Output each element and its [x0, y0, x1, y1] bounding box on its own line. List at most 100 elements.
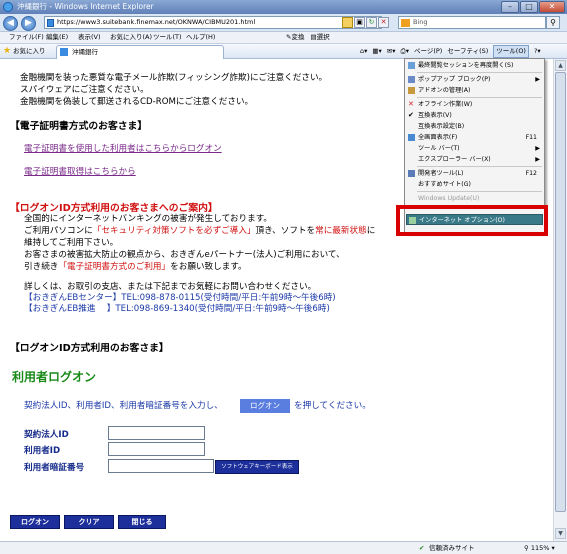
- addons-icon: [408, 87, 415, 94]
- menu-edit[interactable]: 編集(E): [46, 32, 68, 43]
- warning-phishing: 金融機関を装った悪質な電子メール詐欺(フィッシング詐欺)にご注意ください。: [20, 73, 328, 83]
- notice-line-2: ご利用パソコンに「セキュリティ対策ソフトを必ずご導入」頂き、ソフトを常に最新状態…: [24, 225, 375, 237]
- maximize-button[interactable]: □: [520, 1, 538, 13]
- software-keyboard-button[interactable]: ソフトウェアキーボード表示: [215, 460, 299, 474]
- highlight-annotation-box: [396, 205, 548, 236]
- menu-compat-settings[interactable]: 互換表示設定(B): [406, 121, 543, 132]
- tab-title: 沖縄銀行: [72, 48, 98, 56]
- check-icon: ✔: [408, 111, 414, 119]
- menu-reopen-session[interactable]: 最終閲覧セッションを再度開く(S): [406, 60, 543, 71]
- notice-emphasis: 常に最新状態: [315, 226, 367, 236]
- favorites-bar: ★ お気に入り 沖縄銀行 ⌂▾ ▦▾ ✉▾ ⎙▾ ページ(P) セーフティ(S)…: [0, 44, 567, 59]
- menu-favorites[interactable]: お気に入り(A): [110, 32, 152, 43]
- translate-label: 変換: [291, 33, 305, 41]
- address-input[interactable]: https://www3.suitebank.finemax.net/OKNWA…: [44, 16, 382, 29]
- tab-page-icon: [60, 48, 68, 56]
- print-icon[interactable]: ⎙▾: [401, 44, 409, 58]
- select-label: 選択: [316, 33, 330, 41]
- menu-popup-blocker[interactable]: ポップアップ ブロック(P) ▶: [406, 74, 543, 85]
- browser-tab[interactable]: 沖縄銀行: [56, 45, 224, 59]
- notice-emphasis: 「電子証明書方式のご利用」: [58, 262, 171, 272]
- offline-icon: ✕: [408, 100, 414, 108]
- cert-login-link[interactable]: 電子証明書を使用した利用者はこちらからログオン: [24, 142, 222, 154]
- notice-heading: 【ログオンID方式利用のお客さまへのご案内】: [10, 203, 218, 214]
- clear-button[interactable]: クリア: [64, 515, 114, 529]
- menu-windows-update[interactable]: Windows Update(U): [406, 193, 543, 204]
- menu-help[interactable]: ヘルプ(H): [186, 32, 215, 43]
- compat-view-icon[interactable]: ▣: [354, 17, 365, 28]
- devtools-icon: [408, 170, 415, 177]
- menu-separator: [417, 191, 542, 192]
- mail-icon[interactable]: ✉▾: [387, 44, 396, 58]
- contact-eb-promotion: 【おきぎんEB推進 】TEL:098-869-1340(受付時間/平日:午前9時…: [24, 304, 330, 314]
- password-label: 利用者暗証番号: [24, 463, 85, 473]
- lock-icon[interactable]: [342, 17, 353, 28]
- close-button[interactable]: 閉じる: [118, 515, 166, 529]
- warning-spyware: スパイウェアにご注意ください。: [20, 85, 149, 95]
- menu-item-label: アドオンの管理(A): [418, 87, 471, 94]
- login-instruction-b: を押してください。: [294, 401, 371, 411]
- login-instruction-a: 契約法人ID、利用者ID、利用者暗証番号を入力し、: [24, 401, 223, 411]
- corp-id-input[interactable]: [108, 426, 205, 440]
- menu-suggested-sites[interactable]: おすすめサイト(G): [406, 179, 543, 190]
- minimize-button[interactable]: –: [501, 1, 519, 13]
- scroll-thumb[interactable]: [555, 72, 566, 512]
- menu-separator: [417, 97, 542, 98]
- scroll-down-icon[interactable]: ▼: [555, 528, 566, 539]
- back-button[interactable]: ◀: [3, 16, 18, 31]
- close-window-button[interactable]: ✕: [539, 1, 565, 13]
- menu-addons[interactable]: アドオンの管理(A): [406, 85, 543, 96]
- bing-icon: [401, 19, 410, 27]
- menu-item-label: エクスプローラー バー(X): [418, 156, 491, 163]
- address-url: https://www3.suitebank.finemax.net/OKNWA…: [57, 18, 256, 26]
- warning-cdrom: 金融機関を偽装して郵送されるCD-ROMにご注意ください。: [20, 97, 254, 107]
- notice-emphasis: 「セキュリティ対策ソフトを必ずご導入」: [92, 226, 256, 236]
- menu-toolbars[interactable]: ツール バー(T) ▶: [406, 143, 543, 154]
- zoom-level[interactable]: ⚲ 115% ▾: [524, 542, 555, 554]
- menu-explorer-bars[interactable]: エクスプローラー バー(X) ▶: [406, 154, 543, 165]
- menu-file[interactable]: ファイル(F): [9, 32, 44, 43]
- tools-menu-button[interactable]: ツール(O): [493, 45, 529, 58]
- translate-button[interactable]: ✎変換: [286, 32, 304, 43]
- vertical-scrollbar[interactable]: ▲ ▼: [553, 59, 567, 541]
- search-placeholder: Bing: [413, 18, 428, 26]
- page-menu[interactable]: ページ(P): [414, 44, 442, 58]
- menu-item-label: ツール バー(T): [418, 145, 460, 152]
- menu-item-label: 開発者ツール(L): [418, 170, 464, 177]
- instruction-logon-button: ログオン: [240, 399, 290, 413]
- stop-icon[interactable]: ✕: [378, 17, 389, 28]
- safety-menu[interactable]: セーフティ(S): [447, 44, 488, 58]
- forward-button[interactable]: ▶: [21, 16, 36, 31]
- select-button[interactable]: ▤選択: [310, 32, 329, 43]
- menu-bar: ファイル(F) 編集(E) 表示(V) お気に入り(A) ツール(T) ヘルプ(…: [0, 32, 567, 44]
- menu-item-label: おすすめサイト(G): [418, 181, 471, 188]
- menu-separator: [417, 166, 542, 167]
- popup-icon: [408, 76, 415, 83]
- search-input[interactable]: Bing: [398, 16, 546, 29]
- favorites-button[interactable]: お気に入り: [13, 44, 46, 58]
- menu-developer-tools[interactable]: 開発者ツール(L) F12: [406, 168, 543, 179]
- user-login-title: 利用者ログオン: [12, 370, 97, 384]
- menu-tools[interactable]: ツール(T): [153, 32, 182, 43]
- fullscreen-icon: [408, 134, 415, 141]
- menu-compat-view[interactable]: ✔ 互換表示(V): [406, 110, 543, 121]
- home-icon[interactable]: ⌂▾: [360, 44, 367, 58]
- security-zone[interactable]: ✔ 信頼済みサイト: [418, 542, 475, 554]
- menu-item-label: Windows Update(U): [418, 195, 480, 202]
- logon-button[interactable]: ログオン: [10, 515, 60, 529]
- help-icon[interactable]: ?▾: [534, 44, 541, 58]
- menu-fullscreen[interactable]: 全画面表示(F) F11: [406, 132, 543, 143]
- search-button[interactable]: ⚲: [546, 16, 560, 29]
- submenu-arrow-icon: ▶: [535, 145, 540, 152]
- feeds-icon[interactable]: ▦▾: [372, 44, 381, 58]
- user-id-input[interactable]: [108, 442, 205, 456]
- notice-text: に: [366, 226, 376, 236]
- cert-get-link[interactable]: 電子証明書取得はこちらから: [24, 165, 136, 177]
- menu-offline[interactable]: ✕ オフライン作業(W): [406, 99, 543, 110]
- refresh-icon[interactable]: ↻: [366, 17, 377, 28]
- menu-item-label: 最終閲覧セッションを再度開く(S): [418, 62, 514, 69]
- password-input[interactable]: [108, 459, 214, 473]
- favorites-star-icon[interactable]: ★: [3, 47, 11, 56]
- menu-view[interactable]: 表示(V): [78, 32, 101, 43]
- scroll-up-icon[interactable]: ▲: [555, 60, 566, 71]
